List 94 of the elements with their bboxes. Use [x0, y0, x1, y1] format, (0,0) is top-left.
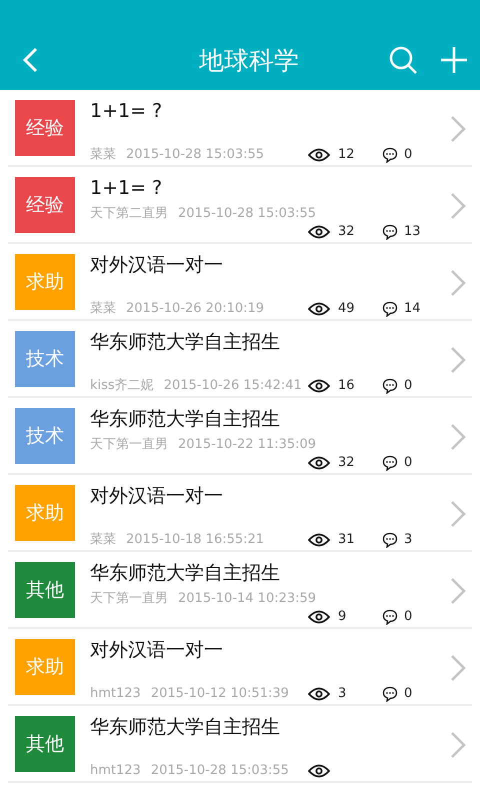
view-count: 3 [338, 685, 348, 703]
chevron-right-icon [450, 500, 466, 528]
post-time: 2015-10-12 10:51:39 [150, 685, 289, 703]
category-tag: 求助 [15, 485, 75, 541]
view-count: 32 [338, 454, 356, 472]
post-author: 菜菜 [90, 300, 116, 318]
eye-icon [308, 379, 330, 393]
comment-icon [382, 301, 398, 317]
post-title: 华东师范大学自主招生 [90, 331, 281, 353]
comment-count: 14 [404, 300, 421, 318]
post-item[interactable]: 其他 华东师范大学自主招生 天下第一直男 2015-10-14 10:23:59 9 0 [8, 552, 472, 629]
category-tag: 经验 [15, 177, 75, 233]
chevron-right-icon [450, 654, 466, 682]
chevron-right-icon [450, 346, 466, 374]
post-author: 天下第一直男 [90, 590, 168, 608]
category-tag: 其他 [15, 716, 75, 772]
post-time: 2015-10-28 15:03:55 [178, 205, 316, 223]
post-item[interactable]: 经验 1+1= ? 菜菜 2015-10-28 15:03:55 12 0 [8, 90, 472, 167]
view-count: 49 [338, 300, 356, 318]
post-time: 2015-10-26 20:10:19 [126, 300, 264, 318]
comment-icon [382, 455, 398, 471]
eye-icon [308, 610, 330, 624]
page-title: 地球科学 [198, 44, 300, 76]
post-time: 2015-10-28 15:03:55 [150, 762, 289, 780]
eye-icon [308, 456, 330, 470]
search-icon [388, 45, 418, 75]
post-title: 对外汉语一对一 [90, 254, 224, 276]
add-button[interactable] [440, 46, 468, 74]
post-author: 菜菜 [90, 531, 116, 549]
post-author: 菜菜 [90, 146, 116, 164]
eye-icon [308, 148, 330, 162]
comment-count: 0 [404, 454, 412, 472]
view-count: 16 [338, 377, 356, 395]
category-tag: 求助 [15, 254, 75, 310]
post-item[interactable]: 技术 华东师范大学自主招生 kiss齐二妮 2015-10-26 15:42:41 16 0 [8, 321, 472, 398]
eye-icon [308, 225, 330, 239]
post-title: 对外汉语一对一 [90, 639, 224, 661]
post-title: 华东师范大学自主招生 [90, 716, 281, 738]
post-time: 2015-10-22 11:35:09 [178, 436, 316, 454]
chevron-right-icon [450, 577, 466, 605]
comment-icon [382, 378, 398, 394]
plus-icon [440, 46, 468, 74]
post-author: 天下第一直男 [90, 436, 168, 454]
post-author: hmt123 [90, 762, 141, 780]
chevron-right-icon [450, 731, 466, 759]
post-item[interactable]: 其他 华东师范大学自主招生 hmt123 2015-10-28 15:03:55 [8, 706, 472, 783]
view-count: 12 [338, 146, 356, 164]
category-tag: 求助 [15, 639, 75, 695]
post-title: 华东师范大学自主招生 [90, 408, 281, 430]
post-item[interactable]: 求助 对外汉语一对一 hmt123 2015-10-12 10:51:39 3 0 [8, 629, 472, 706]
post-item[interactable]: 经验 1+1= ? 天下第二直男 2015-10-28 15:03:55 32 13 [8, 167, 472, 244]
post-time: 2015-10-18 16:55:21 [126, 531, 264, 549]
post-item[interactable]: 技术 华东师范大学自主招生 天下第一直男 2015-10-22 11:35:09 32 0 [8, 398, 472, 475]
eye-icon [308, 533, 330, 547]
post-time: 2015-10-26 15:42:41 [164, 377, 302, 395]
chevron-right-icon [450, 269, 466, 297]
search-button[interactable] [388, 45, 418, 75]
comment-count: 0 [404, 608, 412, 626]
back-button[interactable] [20, 46, 40, 74]
post-title: 华东师范大学自主招生 [90, 562, 281, 584]
post-item[interactable]: 求助 对外汉语一对一 菜菜 2015-10-18 16:55:21 31 3 [8, 475, 472, 552]
category-tag: 经验 [15, 100, 75, 156]
post-title: 对外汉语一对一 [90, 485, 224, 507]
category-tag: 其他 [15, 562, 75, 618]
post-item[interactable]: 求助 对外汉语一对一 菜菜 2015-10-26 20:10:19 49 14 [8, 244, 472, 321]
view-count: 31 [338, 531, 356, 549]
eye-icon [308, 764, 330, 778]
comment-count: 0 [404, 685, 412, 703]
comment-icon [382, 147, 398, 163]
chevron-right-icon [450, 115, 466, 143]
comment-icon [382, 609, 398, 625]
post-title: 1+1= ? [90, 177, 164, 199]
category-tag: 技术 [15, 331, 75, 387]
comment-icon [382, 532, 398, 548]
back-icon [20, 46, 40, 74]
eye-icon [308, 687, 330, 701]
post-time: 2015-10-14 10:23:59 [178, 590, 316, 608]
category-tag: 技术 [15, 408, 75, 464]
comment-icon [382, 686, 398, 702]
post-author: hmt123 [90, 685, 141, 703]
comment-count: 0 [404, 146, 412, 164]
eye-icon [308, 302, 330, 316]
chevron-right-icon [450, 423, 466, 451]
comment-count: 13 [404, 223, 421, 241]
comment-count: 0 [404, 377, 412, 395]
view-count: 9 [338, 608, 348, 626]
chevron-right-icon [450, 192, 466, 220]
comment-icon [382, 224, 398, 240]
post-author: 天下第二直男 [90, 205, 168, 223]
post-title: 1+1= ? [90, 100, 164, 122]
post-time: 2015-10-28 15:03:55 [126, 146, 264, 164]
view-count: 32 [338, 223, 356, 241]
post-author: kiss齐二妮 [90, 377, 154, 395]
comment-count: 3 [404, 531, 412, 549]
